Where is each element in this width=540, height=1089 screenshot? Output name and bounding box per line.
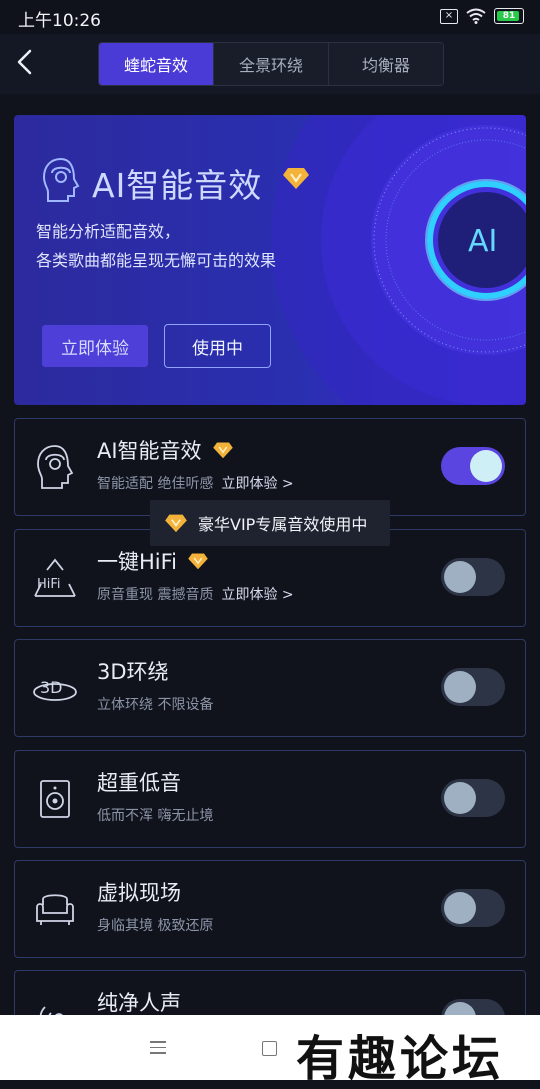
banner-desc-line1: 智能分析适配音效，	[36, 222, 181, 241]
watermark: 有趣论坛	[296, 1031, 505, 1087]
in-use-button[interactable]: 使用中	[164, 324, 271, 368]
try-now-link[interactable]: 立即体验 >	[221, 587, 293, 603]
ai-effect-toggle[interactable]	[441, 447, 505, 485]
live-toggle[interactable]	[441, 889, 505, 927]
vip-tooltip: 豪华VIP专属音效使用中	[150, 500, 390, 546]
back-arrow-icon[interactable]	[10, 46, 42, 78]
effect-title: 纯净人声	[97, 991, 181, 1015]
orb-label: AI	[468, 224, 497, 259]
effect-card-bass[interactable]: 超重低音 低而不浑 嗨无止境	[14, 750, 526, 848]
status-icons: × 81	[440, 8, 524, 24]
status-time: 上午10:26	[18, 11, 101, 31]
bass-toggle[interactable]	[441, 779, 505, 817]
battery-icon: 81	[494, 8, 524, 24]
vip-diamond-icon	[283, 168, 309, 189]
3d-toggle[interactable]	[441, 668, 505, 706]
try-now-link[interactable]: 立即体验 >	[221, 476, 293, 492]
no-sim-icon: ×	[440, 8, 458, 24]
home-icon[interactable]	[262, 1041, 277, 1056]
3d-icon: 3D	[33, 678, 77, 701]
effect-title: 超重低音	[97, 771, 181, 795]
banner-description: 智能分析适配音效， 各类歌曲都能呈现无懈可击的效果	[36, 217, 276, 275]
top-nav: 蝰蛇音效 全景环绕 均衡器	[0, 34, 540, 94]
svg-text:3D: 3D	[40, 678, 63, 697]
effect-card-3d[interactable]: 3D 3D环绕 立体环绕 不限设备	[14, 639, 526, 737]
ai-head-icon	[42, 157, 80, 202]
hifi-toggle[interactable]	[441, 558, 505, 596]
effect-subtitle: 身临其境 极致还原	[97, 918, 214, 934]
effect-subtitle: 原音重现 震撼音质 立即体验 >	[97, 587, 294, 603]
ai-orb-icon: AI	[271, 115, 526, 405]
try-now-button[interactable]: 立即体验	[42, 325, 148, 367]
battery-level: 81	[502, 11, 516, 21]
tab-equalizer[interactable]: 均衡器	[328, 43, 443, 85]
speaker-icon	[40, 780, 70, 818]
tab-surround[interactable]: 全景环绕	[213, 43, 328, 85]
ai-effect-banner: AI AI智能音效 智能分析适配音效， 各类歌曲都能呈现无懈可击的效果 立即体验…	[14, 115, 526, 405]
system-nav-bar: 有趣论坛	[0, 1015, 540, 1087]
effect-subtitle: 智能适配 绝佳听感 立即体验 >	[97, 476, 294, 492]
effect-title: 3D环绕	[97, 660, 169, 684]
effect-tabs: 蝰蛇音效 全景环绕 均衡器	[98, 42, 444, 86]
wifi-icon	[466, 8, 486, 24]
effect-subtitle: 低而不浑 嗨无止境	[97, 808, 214, 824]
vip-diamond-icon	[212, 442, 233, 459]
effect-title: AI智能音效	[97, 435, 234, 465]
banner-title: AI智能音效	[92, 166, 263, 205]
effect-card-live[interactable]: 虚拟现场 身临其境 极致还原	[14, 860, 526, 958]
sofa-icon	[36, 894, 74, 925]
hifi-icon: HiFi	[34, 558, 76, 597]
effect-title: 一键HiFi	[97, 546, 209, 576]
ai-head-icon	[37, 445, 74, 489]
menu-icon[interactable]	[150, 1041, 166, 1055]
effect-subtitle: 立体环绕 不限设备	[97, 697, 214, 713]
vip-diamond-icon	[165, 514, 187, 533]
vip-diamond-icon	[188, 553, 208, 570]
status-bar: 上午10:26 × 81	[0, 0, 540, 34]
tab-viper-effects[interactable]: 蝰蛇音效	[99, 43, 213, 85]
banner-desc-line2: 各类歌曲都能呈现无懈可击的效果	[36, 251, 277, 270]
effect-title: 虚拟现场	[97, 881, 181, 905]
vip-tooltip-text: 豪华VIP专属音效使用中	[198, 515, 368, 534]
